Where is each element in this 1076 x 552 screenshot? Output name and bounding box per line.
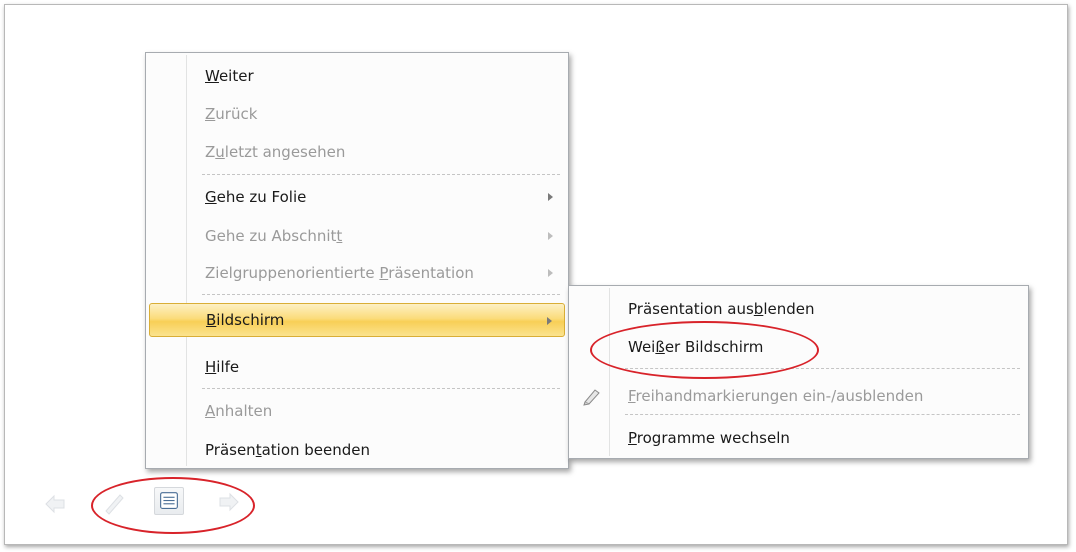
annotation-oval: [590, 321, 819, 379]
submenu-arrow-icon: [548, 232, 553, 240]
menu-item-label: Gehe zu Abschnitt: [205, 227, 343, 245]
menu-item-label: Hilfe: [205, 358, 240, 376]
menu-item-label: Gehe zu Folie: [205, 188, 307, 206]
menu-item-label: Weiter: [205, 67, 254, 85]
menu-item-gehe-zu-folie[interactable]: Gehe zu Folie: [149, 180, 565, 214]
submenu-item-freihandmarkierungen: Freihandmarkierungen ein-/ausblenden: [572, 379, 1025, 413]
menu-item-weiter[interactable]: Weiter: [149, 59, 565, 93]
previous-arrow-icon[interactable]: [40, 490, 70, 518]
menu-item-zurueck: Zurück: [149, 97, 565, 131]
submenu-item-praesentation-ausblenden[interactable]: Präsentation ausblenden: [572, 292, 1025, 326]
submenu-arrow-icon: [547, 317, 552, 325]
menu-separator: [625, 414, 1020, 415]
menu-separator: [202, 174, 560, 175]
menu-item-label: Zielgruppenorientierte Präsentation: [205, 264, 474, 282]
menu-item-label: Präsentation ausblenden: [628, 300, 815, 318]
menu-item-zielgruppenorientierte-praesentation: Zielgruppenorientierte Präsentation: [149, 256, 565, 290]
menu-separator: [202, 388, 560, 389]
menu-item-label: Programme wechseln: [628, 429, 790, 447]
menu-item-gehe-zu-abschnitt: Gehe zu Abschnitt: [149, 219, 565, 253]
menu-item-bildschirm[interactable]: Bildschirm: [149, 303, 565, 337]
menu-item-label: Zuletzt angesehen: [205, 143, 346, 161]
menu-item-label: Bildschirm: [206, 311, 285, 329]
annotation-oval: [91, 477, 255, 534]
submenu-item-programme-wechseln[interactable]: Programme wechseln: [572, 421, 1025, 455]
submenu-arrow-icon: [548, 193, 553, 201]
menu-item-zuletzt-angesehen: Zuletzt angesehen: [149, 135, 565, 169]
menu-item-label: Anhalten: [205, 402, 273, 420]
menu-item-label: Freihandmarkierungen ein-/ausblenden: [628, 387, 924, 405]
menu-separator: [202, 294, 560, 295]
submenu-arrow-icon: [548, 269, 553, 277]
menu-item-anhalten: Anhalten: [149, 394, 565, 428]
menu-item-praesentation-beenden[interactable]: Präsentation beenden: [149, 433, 565, 467]
context-menu: Weiter Zurück Zuletzt angesehen Gehe zu …: [145, 52, 569, 469]
menu-item-label: Präsentation beenden: [205, 441, 371, 459]
menu-item-hilfe[interactable]: Hilfe: [149, 350, 565, 384]
menu-item-label: Zurück: [205, 105, 258, 123]
